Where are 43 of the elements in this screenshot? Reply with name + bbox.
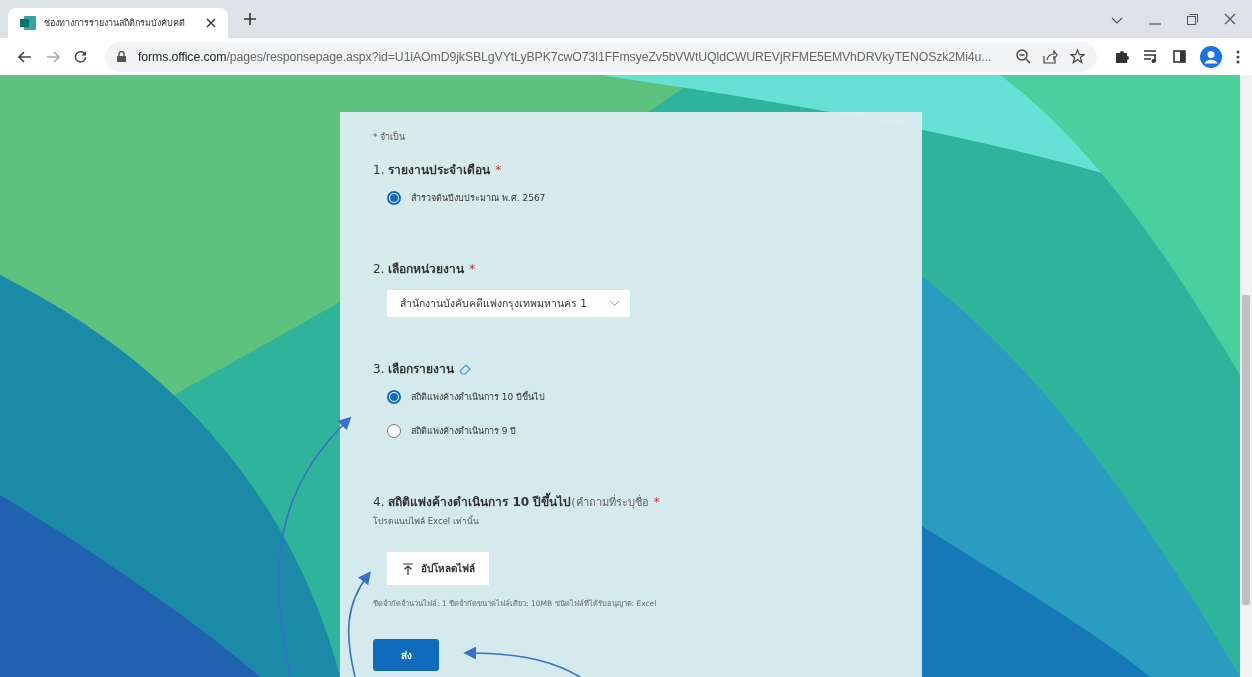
required-note: * จำเป็น xyxy=(373,130,407,144)
radio-button[interactable] xyxy=(387,191,401,205)
back-icon[interactable] xyxy=(18,50,32,63)
avatar-icon[interactable] xyxy=(1200,45,1222,68)
eraser-icon[interactable] xyxy=(459,362,473,375)
close-icon[interactable] xyxy=(1224,13,1236,25)
question-title: 2. เลือกหน่วยงาน xyxy=(373,261,465,278)
question-title: 3. เลือกรายงาน xyxy=(373,361,455,378)
upload-icon xyxy=(403,562,413,575)
playlist-icon[interactable] xyxy=(1144,50,1159,63)
submit-button[interactable]: ส่ง xyxy=(373,639,439,671)
chevron-down-icon[interactable] xyxy=(1111,17,1123,25)
new-tab-icon[interactable] xyxy=(244,13,256,25)
side-panel-icon[interactable] xyxy=(1173,50,1186,63)
upload-button[interactable]: อัปโหลดไฟล์ xyxy=(387,552,489,585)
tab-title: ช่องทางการรายงานสถิติกรมบังคับคดี xyxy=(44,17,186,30)
lock-icon xyxy=(117,51,126,62)
option-label: สถิติแพ่งค้างดำเนินการ 9 ปี xyxy=(411,425,517,438)
menu-icon[interactable] xyxy=(1236,49,1240,64)
radio-button[interactable] xyxy=(387,390,401,404)
radio-button[interactable] xyxy=(387,424,401,438)
scrollbar[interactable] xyxy=(1240,75,1252,677)
close-icon[interactable] xyxy=(206,18,216,28)
chevron-down-icon xyxy=(609,300,621,307)
share-icon[interactable] xyxy=(1043,49,1058,64)
required-asterisk: * xyxy=(469,261,476,276)
question-subtitle: โปรดแนบไฟล์ Excel เท่านั้น xyxy=(373,514,480,528)
question-title: 1. รายงานประจำเดือน xyxy=(373,162,491,179)
address-bar[interactable]: forms.office.com/pages/responsepage.aspx?id=U1iAOmD9jkSBLgVYtLyBPK7cwO73l1FFmsyeZv5bVWtUQldCWUREVjRFME5EMVhDRVkyTENOSzk2Mi4u... xyxy=(105,41,1097,72)
required-asterisk: * xyxy=(495,162,502,177)
puzzle-icon[interactable] xyxy=(1115,49,1130,64)
browser-tab[interactable]: ช่องทางการรายงานสถิติกรมบังคับคดี xyxy=(8,8,228,38)
option-label: สถิติแพ่งค้างดำเนินการ 10 ปีขึ้นไป xyxy=(411,390,546,404)
restore-icon[interactable] xyxy=(1187,14,1198,25)
question-title: 4. สถิติแพ่งค้างดำเนินการ 10 ปีขึ้นไป(คำถามที่ระบุชื่อ xyxy=(373,492,649,511)
url-text: forms.office.com/pages/responsepage.aspx?id=U1iAOmD9jkSBLgVYtLyBPK7cwO73l1FFmsyeZv5bVWtUQldCWUREVjRFME5EMVhDRVkyTENOSzk2Mi4u... xyxy=(138,49,993,64)
unit-dropdown[interactable]: สำนักงานบังคับคดีแพ่งกรุงเทพมหานคร 1 xyxy=(387,290,631,317)
forms-logo-icon xyxy=(20,16,36,30)
zoom-out-icon[interactable] xyxy=(1016,49,1031,64)
required-asterisk: * xyxy=(653,494,660,509)
option-label: สำรวจต้นปีงบประมาณ พ.ศ. 2567 xyxy=(411,192,546,205)
reload-icon[interactable] xyxy=(74,50,87,63)
star-icon[interactable] xyxy=(1070,49,1085,64)
